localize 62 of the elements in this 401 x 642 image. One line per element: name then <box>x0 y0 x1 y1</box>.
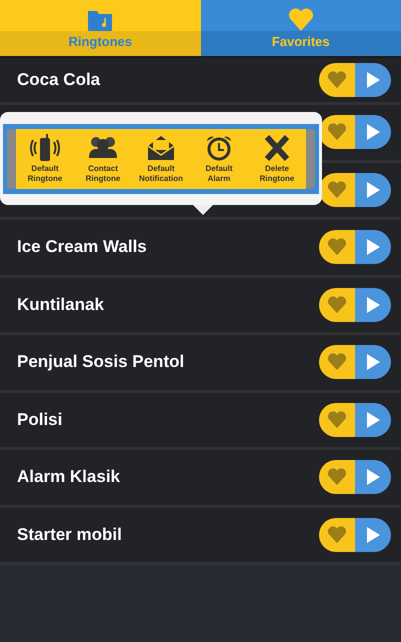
favorite-button[interactable] <box>319 115 355 150</box>
play-button[interactable] <box>355 63 391 97</box>
favorite-button[interactable] <box>319 172 355 207</box>
play-icon <box>365 468 381 486</box>
ringtone-name: Polisi <box>17 410 62 430</box>
action-button[interactable]: Default Ringtone <box>16 128 74 188</box>
play-button[interactable] <box>355 172 391 207</box>
heart-icon <box>327 238 347 256</box>
favorite-button[interactable] <box>319 288 355 322</box>
ringtone-name: Penjual Sosis Pentol <box>17 352 184 372</box>
heart-icon <box>327 410 347 429</box>
heart-icon <box>327 180 347 199</box>
favorite-button[interactable] <box>319 230 355 264</box>
play-button[interactable] <box>355 115 391 150</box>
heart-icon <box>327 123 347 142</box>
play-icon <box>365 410 381 429</box>
favorite-button[interactable] <box>319 402 355 437</box>
close-icon <box>262 134 292 162</box>
play-button[interactable] <box>355 460 391 494</box>
list-row[interactable]: Polisi <box>0 392 401 450</box>
play-icon <box>365 353 381 372</box>
favorite-button[interactable] <box>319 518 355 552</box>
list-row[interactable]: Penjual Sosis Pentol <box>0 335 401 392</box>
ringtone-name: Starter mobil <box>17 524 122 545</box>
play-button[interactable] <box>355 230 391 264</box>
play-icon <box>365 526 381 544</box>
play-button[interactable] <box>355 345 391 380</box>
list-row[interactable]: Kuntilanak <box>0 278 401 335</box>
favorite-button[interactable] <box>319 345 355 380</box>
play-icon <box>365 180 381 199</box>
action-button[interactable]: Delete Ringtone <box>248 128 306 188</box>
phone-icon <box>30 134 60 162</box>
action-button[interactable]: Contact Ringtone <box>74 128 132 188</box>
ringtone-name: Ice Cream Walls <box>17 237 147 258</box>
play-icon <box>365 296 381 314</box>
list-row[interactable]: Alarm Klasik <box>0 450 401 508</box>
play-button[interactable] <box>355 518 391 552</box>
alarm-clock-icon <box>204 134 234 162</box>
favorite-button[interactable] <box>319 460 355 494</box>
favorite-button[interactable] <box>319 63 355 97</box>
list-row[interactable]: Ice Cream Walls <box>0 220 401 278</box>
action-button[interactable]: Default Notification <box>132 128 190 188</box>
envelope-icon <box>146 134 176 162</box>
play-icon <box>365 71 381 89</box>
action-button[interactable]: Default Alarm <box>190 128 248 188</box>
heart-icon <box>327 71 347 89</box>
list-row[interactable]: Starter mobil <box>0 508 401 565</box>
handle[interactable] <box>7 128 16 188</box>
play-icon <box>365 123 381 142</box>
ringtone-name: Kuntilanak <box>17 294 104 315</box>
heart-icon <box>288 8 314 32</box>
play-button[interactable] <box>355 288 391 322</box>
heart-icon <box>327 526 347 544</box>
heart-icon <box>327 468 347 486</box>
heart-icon <box>327 353 347 372</box>
play-button[interactable] <box>355 402 391 437</box>
list-row[interactable]: Coca Cola <box>0 58 401 105</box>
handle[interactable] <box>306 128 315 188</box>
play-icon <box>365 238 381 256</box>
heart-icon <box>327 296 347 314</box>
ringtone-name: Coca Cola <box>17 70 100 90</box>
ringtone-name: Alarm Klasik <box>17 467 120 488</box>
